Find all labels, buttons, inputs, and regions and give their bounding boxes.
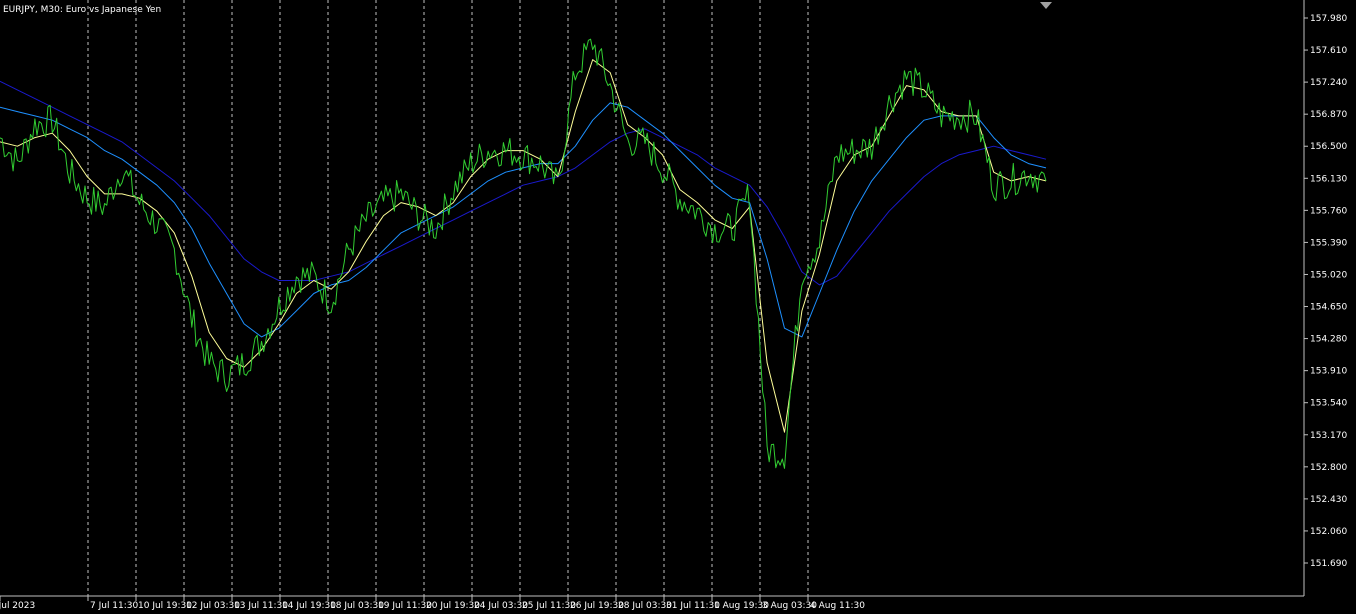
x-tick-label: 5 Jul 2023 [0, 601, 35, 611]
x-tick-label: 25 Jul 11:30 [522, 601, 576, 611]
x-tick-label: 4 Aug 11:30 [810, 601, 865, 611]
x-tick-label: 14 Jul 19:30 [282, 601, 336, 611]
y-tick-label: 152.430 [1310, 495, 1347, 505]
x-tick-label: 19 Jul 11:30 [378, 601, 432, 611]
y-tick-label: 152.800 [1310, 463, 1347, 473]
x-tick-label: 3 Aug 03:30 [762, 601, 817, 611]
x-tick-label: 18 Jul 03:30 [330, 601, 384, 611]
y-tick-label: 156.870 [1310, 110, 1347, 120]
x-tick-label: 13 Jul 11:30 [234, 601, 288, 611]
x-tick-label: 24 Jul 03:30 [474, 601, 528, 611]
x-tick-label: 26 Jul 19:30 [570, 601, 624, 611]
y-tick-label: 153.170 [1310, 431, 1347, 441]
y-tick-label: 151.690 [1310, 559, 1347, 569]
y-tick-label: 155.390 [1310, 238, 1347, 248]
chart-background [0, 0, 1356, 614]
chart-title: EURJPY, M30: Euro vs Japanese Yen [3, 5, 161, 15]
y-tick-label: 157.610 [1310, 46, 1347, 56]
price-chart[interactable]: 157.980 157.610 157.240 156.870 156.500 156.1… [0, 0, 1356, 614]
x-tick-label: 7 Jul 11:30 [90, 601, 139, 611]
y-tick-label: 152.060 [1310, 527, 1347, 537]
y-tick-label: 153.540 [1310, 399, 1347, 409]
y-tick-label: 157.980 [1310, 14, 1347, 24]
y-tick-label: 156.500 [1310, 142, 1347, 152]
y-tick-label: 154.650 [1310, 303, 1347, 313]
x-tick-label: 10 Jul 19:30 [138, 601, 192, 611]
y-tick-label: 155.020 [1310, 270, 1347, 280]
x-tick-label: 31 Jul 11:30 [666, 601, 720, 611]
y-tick-label: 154.280 [1310, 335, 1347, 345]
x-tick-label: 1 Aug 19:30 [714, 601, 769, 611]
x-tick-label: 28 Jul 03:30 [618, 601, 672, 611]
x-tick-label: 20 Jul 19:30 [426, 601, 480, 611]
y-tick-label: 155.760 [1310, 206, 1347, 216]
y-tick-label: 153.910 [1310, 367, 1347, 377]
x-tick-label: 12 Jul 03:30 [186, 601, 240, 611]
y-tick-label: 157.240 [1310, 78, 1347, 88]
y-tick-label: 156.130 [1310, 174, 1347, 184]
